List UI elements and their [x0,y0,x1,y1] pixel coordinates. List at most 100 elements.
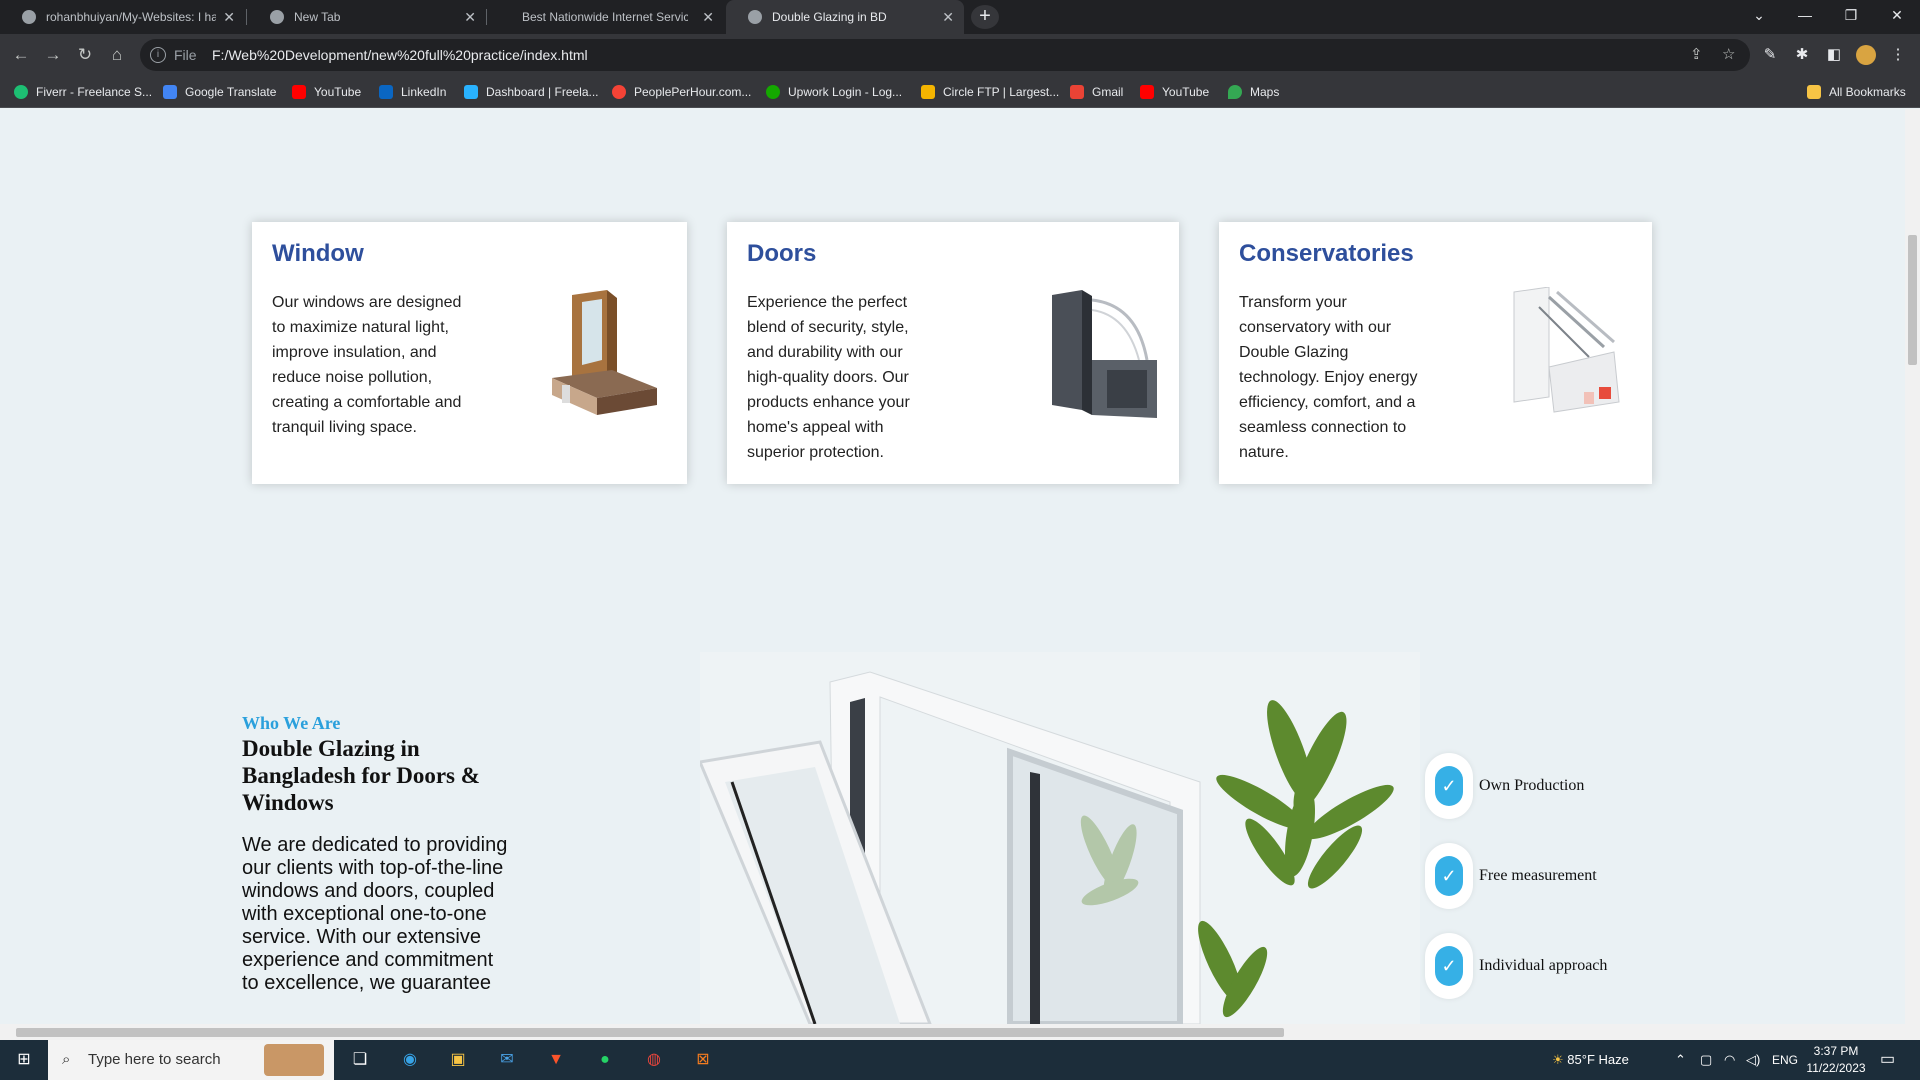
check-icon: ✓ [1425,933,1473,999]
brave-icon[interactable]: ▼ [544,1048,568,1072]
clock[interactable]: 3:37 PM 11/22/2023 [1806,1043,1866,1077]
chrome-icon [270,10,284,24]
tab-search-icon[interactable]: ⌄ [1736,0,1782,30]
fiverr-icon [14,85,28,99]
card-text: Transform your conservatory with our Dou… [1239,294,1418,461]
card-text: Our windows are designed to maximize nat… [272,294,462,436]
window-close-button[interactable]: ✕ [1874,0,1920,30]
freelancer-icon [464,85,478,99]
youtube-icon [292,85,306,99]
menu-icon[interactable]: ⋮ [1888,45,1908,65]
taskbar-search-box[interactable]: ⌕ Type here to search [48,1040,334,1080]
tab-internet-service[interactable]: Best Nationwide Internet Service ✕ [488,0,724,34]
globe-icon [748,10,762,24]
bookmark-linkedin[interactable]: LinkedIn [379,83,446,101]
section-paragraph: We are dedicated to providing our client… [242,834,508,994]
tab-strip: rohanbhuiyan/My-Websites: I ha ✕ New Tab… [0,0,1920,34]
tab-new-tab[interactable]: New Tab ✕ [248,0,486,34]
edge-icon[interactable]: ◉ [398,1048,422,1072]
bookmark-upwork[interactable]: Upwork Login - Log... [766,83,902,101]
bookmark-circle-ftp[interactable]: Circle FTP | Largest... [921,83,1059,101]
side-panel-icon[interactable]: ◧ [1824,45,1844,65]
restore-button[interactable]: ❐ [1828,0,1874,30]
tab-github[interactable]: rohanbhuiyan/My-Websites: I ha ✕ [0,0,245,34]
page-viewport: Window Our windows are designed to maxim… [0,109,1905,1024]
bookmark-google-translate[interactable]: Google Translate [163,83,276,101]
bookmark-peopleperhour[interactable]: PeoplePerHour.com... [612,83,751,101]
eyedropper-icon[interactable]: ✎ [1760,45,1780,65]
tab-double-glazing[interactable]: Double Glazing in BD ✕ [726,0,964,34]
meet-now-icon[interactable]: ▢ [1700,1040,1712,1080]
scroll-thumb[interactable] [1908,235,1917,365]
bookmark-freelancer[interactable]: Dashboard | Freela... [464,83,599,101]
github-icon [22,10,36,24]
vertical-scrollbar[interactable] [1905,109,1920,1024]
reload-icon[interactable]: ↻ [73,43,97,67]
bookmark-youtube-2[interactable]: YouTube [1140,83,1209,101]
chrome-icon[interactable]: ◍ [642,1048,666,1072]
network-icon[interactable]: ◠ [1724,1040,1735,1080]
feature-label: Free measurement [1479,867,1597,884]
card-conservatories: Conservatories Transform your conservato… [1219,222,1652,484]
hero-windows-plants-image [700,652,1420,1024]
all-bookmarks[interactable]: All Bookmarks [1807,83,1906,101]
language-indicator[interactable]: ENG [1772,1040,1798,1080]
extensions-icon[interactable]: ✱ [1792,45,1812,65]
tab-title: rohanbhuiyan/My-Websites: I ha [46,10,216,24]
feature-own-production: ✓ Own Production [1425,753,1584,819]
tray-chevron-icon[interactable]: ⌃ [1675,1040,1686,1080]
door-frame-image [1052,290,1157,418]
feature-label: Own Production [1479,777,1585,794]
folder-icon [1807,85,1821,99]
search-placeholder: Type here to search [88,1051,221,1068]
forward-arrow-icon[interactable]: → [41,43,65,67]
scroll-thumb[interactable] [16,1028,1284,1037]
linkedin-icon [379,85,393,99]
bookmark-gmail[interactable]: Gmail [1070,83,1123,101]
minimize-button[interactable]: — [1782,0,1828,30]
close-icon[interactable]: ✕ [464,9,476,26]
task-view-icon[interactable]: ❏ [348,1048,372,1072]
conservatory-frame-image [1513,287,1620,413]
card-title: Doors [747,240,817,267]
file-explorer-icon[interactable]: ▣ [446,1048,470,1072]
scheme-label: File [174,47,197,63]
notifications-icon[interactable]: ▭ [1880,1040,1895,1080]
bookmark-maps[interactable]: Maps [1228,83,1279,101]
translate-icon [163,85,177,99]
search-highlight-image [264,1044,324,1076]
close-icon[interactable]: ✕ [702,9,714,26]
new-tab-button[interactable]: + [971,5,999,29]
close-icon[interactable]: ✕ [223,9,235,26]
home-icon[interactable]: ⌂ [105,43,129,67]
info-icon[interactable]: i [150,47,166,63]
card-title: Window [272,240,364,267]
share-icon[interactable]: ⇪ [1690,39,1703,71]
url-text[interactable]: F:/Web%20Development/new%20full%20practi… [212,39,588,71]
whatsapp-icon[interactable]: ● [593,1048,617,1072]
bookmark-star-icon[interactable]: ☆ [1722,39,1735,71]
tab-title: Best Nationwide Internet Service [522,10,688,24]
volume-icon[interactable]: ◁) [1746,1040,1760,1080]
mail-icon[interactable]: ✉ [495,1048,519,1072]
weather-widget[interactable]: ☀ 85°F Haze [1552,1040,1629,1080]
bookmark-fiverr[interactable]: Fiverr - Freelance S... [14,83,152,101]
window-frame-image [552,290,657,415]
card-doors: Doors Experience the perfect blend of se… [727,222,1179,484]
sun-haze-icon: ☀ [1552,1052,1564,1067]
bookmark-youtube[interactable]: YouTube [292,83,361,101]
feature-individual-approach: ✓ Individual approach [1425,933,1607,999]
close-icon[interactable]: ✕ [942,9,954,26]
address-bar[interactable]: i File F:/Web%20Development/new%20full%2… [140,39,1750,71]
tab-title: Double Glazing in BD [772,10,887,24]
profile-avatar[interactable] [1856,45,1876,65]
windows-start-icon[interactable]: ⊞ [12,1048,36,1072]
tab-title: New Tab [294,10,341,24]
maps-icon [1228,85,1242,99]
peopleperhour-icon [612,85,626,99]
upwork-icon [766,85,780,99]
horizontal-scrollbar[interactable] [0,1024,1920,1040]
back-arrow-icon[interactable]: ← [9,43,33,67]
section-heading: Double Glazing in Bangladesh for Doors &… [242,736,480,815]
xampp-icon[interactable]: ⊠ [691,1048,715,1072]
